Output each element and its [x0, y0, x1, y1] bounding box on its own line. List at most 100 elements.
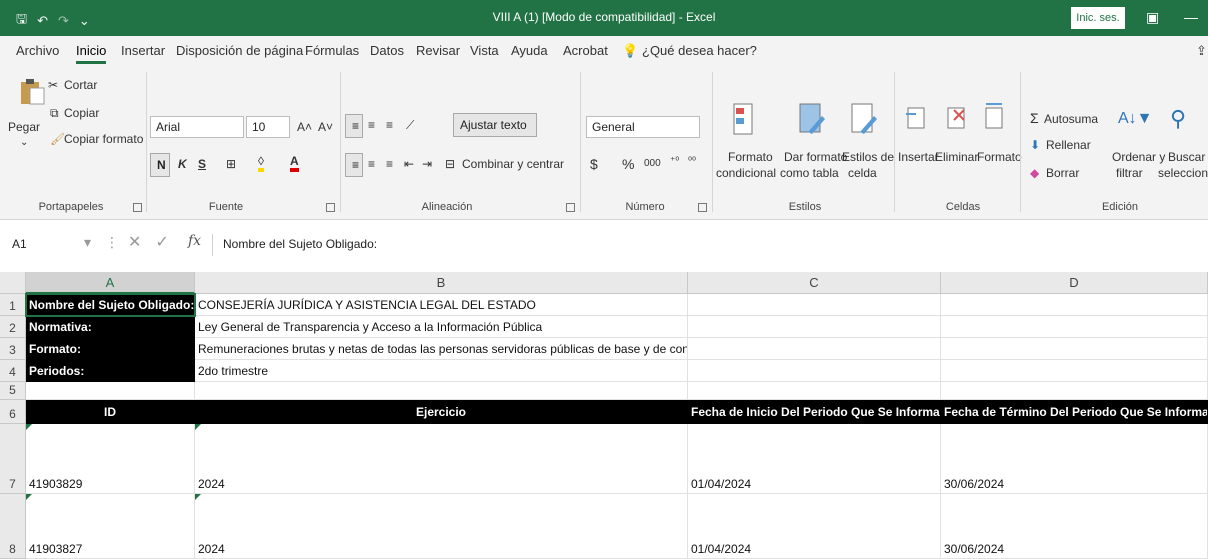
number-format-select[interactable]: General [586, 116, 700, 138]
find-select-label[interactable]: Buscar y [1168, 150, 1208, 164]
tab-acrobat[interactable]: Acrobat [563, 43, 608, 58]
tab-insertar[interactable]: Insertar [121, 43, 165, 58]
decrease-indent-icon[interactable]: ⇤ [404, 157, 414, 171]
fill-color-icon[interactable]: ◊ [258, 154, 264, 172]
table-cell[interactable]: 30/06/2024 [941, 494, 1208, 559]
column-header-b[interactable]: B [195, 272, 688, 294]
info-label[interactable]: Periodos: [26, 360, 195, 382]
info-value[interactable]: Ley General de Transparencia y Acceso a … [195, 316, 688, 338]
clipboard-launcher-icon[interactable] [133, 203, 142, 212]
sort-filter-icon[interactable]: A↓▼ [1118, 110, 1153, 128]
merge-center-button[interactable]: Combinar y centrar [462, 157, 564, 171]
cell-styles-label2[interactable]: celda [848, 166, 877, 180]
table-cell[interactable]: 41903829 [26, 424, 195, 494]
tab-disposicion[interactable]: Disposición de página [176, 43, 303, 58]
delete-cells-button[interactable]: Eliminar [935, 150, 978, 164]
column-header-d[interactable]: D [941, 272, 1208, 294]
insert-cells-button[interactable]: Insertar [898, 150, 939, 164]
table-cell[interactable] [688, 382, 941, 400]
row-header[interactable]: 3 [0, 338, 26, 360]
autosum-button[interactable]: Autosuma [1044, 112, 1098, 126]
table-cell[interactable]: 01/04/2024 [688, 424, 941, 494]
underline-button[interactable]: S [198, 157, 206, 171]
italic-button[interactable]: K [178, 157, 187, 171]
fill-button[interactable]: Rellenar [1046, 138, 1091, 152]
info-value[interactable]: CONSEJERÍA JURÍDICA Y ASISTENCIA LEGAL D… [195, 294, 688, 316]
row-header[interactable]: 8 [0, 494, 26, 559]
align-center-icon[interactable]: ≡ [368, 157, 375, 171]
percent-button[interactable]: % [622, 156, 634, 172]
paste-icon[interactable] [18, 76, 46, 106]
clear-button[interactable]: Borrar [1046, 166, 1079, 180]
clear-icon[interactable]: ◆ [1030, 166, 1039, 180]
format-painter-button[interactable]: Copiar formato [64, 132, 143, 146]
table-cell[interactable] [941, 360, 1208, 382]
table-cell[interactable] [941, 316, 1208, 338]
table-cell[interactable]: 2024 [195, 494, 688, 559]
paste-dropdown-icon[interactable]: ⌄ [20, 137, 28, 148]
sign-in-button[interactable]: Inic. ses. [1071, 7, 1125, 29]
table-cell[interactable]: 30/06/2024 [941, 424, 1208, 494]
bold-button[interactable]: N [150, 153, 170, 177]
row-header[interactable]: 4 [0, 360, 26, 382]
row-header[interactable]: 5 [0, 382, 26, 400]
column-header-c[interactable]: C [688, 272, 941, 294]
format-as-table-label[interactable]: Dar formato [784, 150, 847, 164]
find-select-icon[interactable]: ⚲ [1170, 106, 1186, 132]
row-header[interactable]: 7 [0, 424, 26, 494]
info-label[interactable]: Nombre del Sujeto Obligado: [26, 294, 195, 316]
formula-input[interactable]: Nombre del Sujeto Obligado: [212, 234, 1208, 256]
tab-archivo[interactable]: Archivo [16, 43, 59, 58]
table-cell[interactable] [688, 316, 941, 338]
borders-icon[interactable]: ⊞ [226, 157, 236, 171]
info-label[interactable]: Formato: [26, 338, 195, 360]
sort-filter-label[interactable]: Ordenar y [1112, 150, 1165, 164]
cancel-icon[interactable]: ✕ [128, 232, 141, 252]
thousands-button[interactable]: 000 [644, 158, 661, 169]
find-select-label2[interactable]: seleccionar [1158, 166, 1208, 180]
table-cell[interactable] [941, 338, 1208, 360]
conditional-format-label[interactable]: Formato [728, 150, 773, 164]
column-title[interactable]: ID [26, 400, 195, 424]
column-title[interactable]: Ejercicio [195, 400, 688, 424]
table-cell[interactable]: 2024 [195, 424, 688, 494]
select-all-corner[interactable] [0, 272, 26, 294]
cut-icon[interactable]: ✂ [48, 78, 58, 92]
share-icon[interactable]: ⇪ [1196, 43, 1207, 59]
font-size-select[interactable]: 10 [246, 116, 290, 138]
alignment-launcher-icon[interactable] [566, 203, 575, 212]
align-top-button[interactable]: ≡ [345, 114, 363, 138]
conditional-format-label2[interactable]: condicional [716, 166, 776, 180]
merge-icon[interactable]: ⊟ [445, 157, 455, 171]
wrap-text-button[interactable]: Ajustar texto [453, 113, 537, 137]
cell-styles-icon[interactable] [850, 102, 878, 138]
number-launcher-icon[interactable] [698, 203, 707, 212]
align-bottom-icon[interactable]: ≡ [386, 118, 393, 132]
increase-decimal-icon[interactable]: ⁺⁰ [670, 156, 679, 167]
sort-filter-label2[interactable]: filtrar [1116, 166, 1143, 180]
increase-indent-icon[interactable]: ⇥ [422, 157, 432, 171]
tell-me-search[interactable]: ¿Qué desea hacer? [642, 43, 757, 58]
font-name-select[interactable]: Arial [150, 116, 244, 138]
row-header[interactable]: 1 [0, 294, 26, 316]
name-box[interactable]: A1 [6, 234, 96, 256]
row-header[interactable]: 6 [0, 400, 26, 424]
tab-vista[interactable]: Vista [470, 43, 499, 58]
table-cell[interactable] [26, 382, 195, 400]
fill-icon[interactable]: ⬇ [1030, 138, 1040, 152]
tab-datos[interactable]: Datos [370, 43, 404, 58]
format-painter-icon[interactable]: 🖌 [50, 132, 65, 146]
shrink-font-icon[interactable]: A˅ [318, 120, 333, 134]
format-cells-icon[interactable] [984, 100, 1006, 132]
tab-formulas[interactable]: Fórmulas [305, 43, 359, 58]
table-cell[interactable]: 01/04/2024 [688, 494, 941, 559]
currency-button[interactable]: $ [590, 156, 598, 172]
tab-revisar[interactable]: Revisar [416, 43, 460, 58]
cell-styles-label[interactable]: Estilos de [842, 150, 894, 164]
table-cell[interactable]: 41903827 [26, 494, 195, 559]
info-value[interactable]: 2do trimestre [195, 360, 688, 382]
ribbon-display-icon[interactable]: ▣ [1146, 9, 1159, 26]
tab-inicio[interactable]: Inicio [76, 43, 107, 64]
align-middle-icon[interactable]: ≡ [368, 118, 375, 132]
table-cell[interactable] [688, 294, 941, 316]
